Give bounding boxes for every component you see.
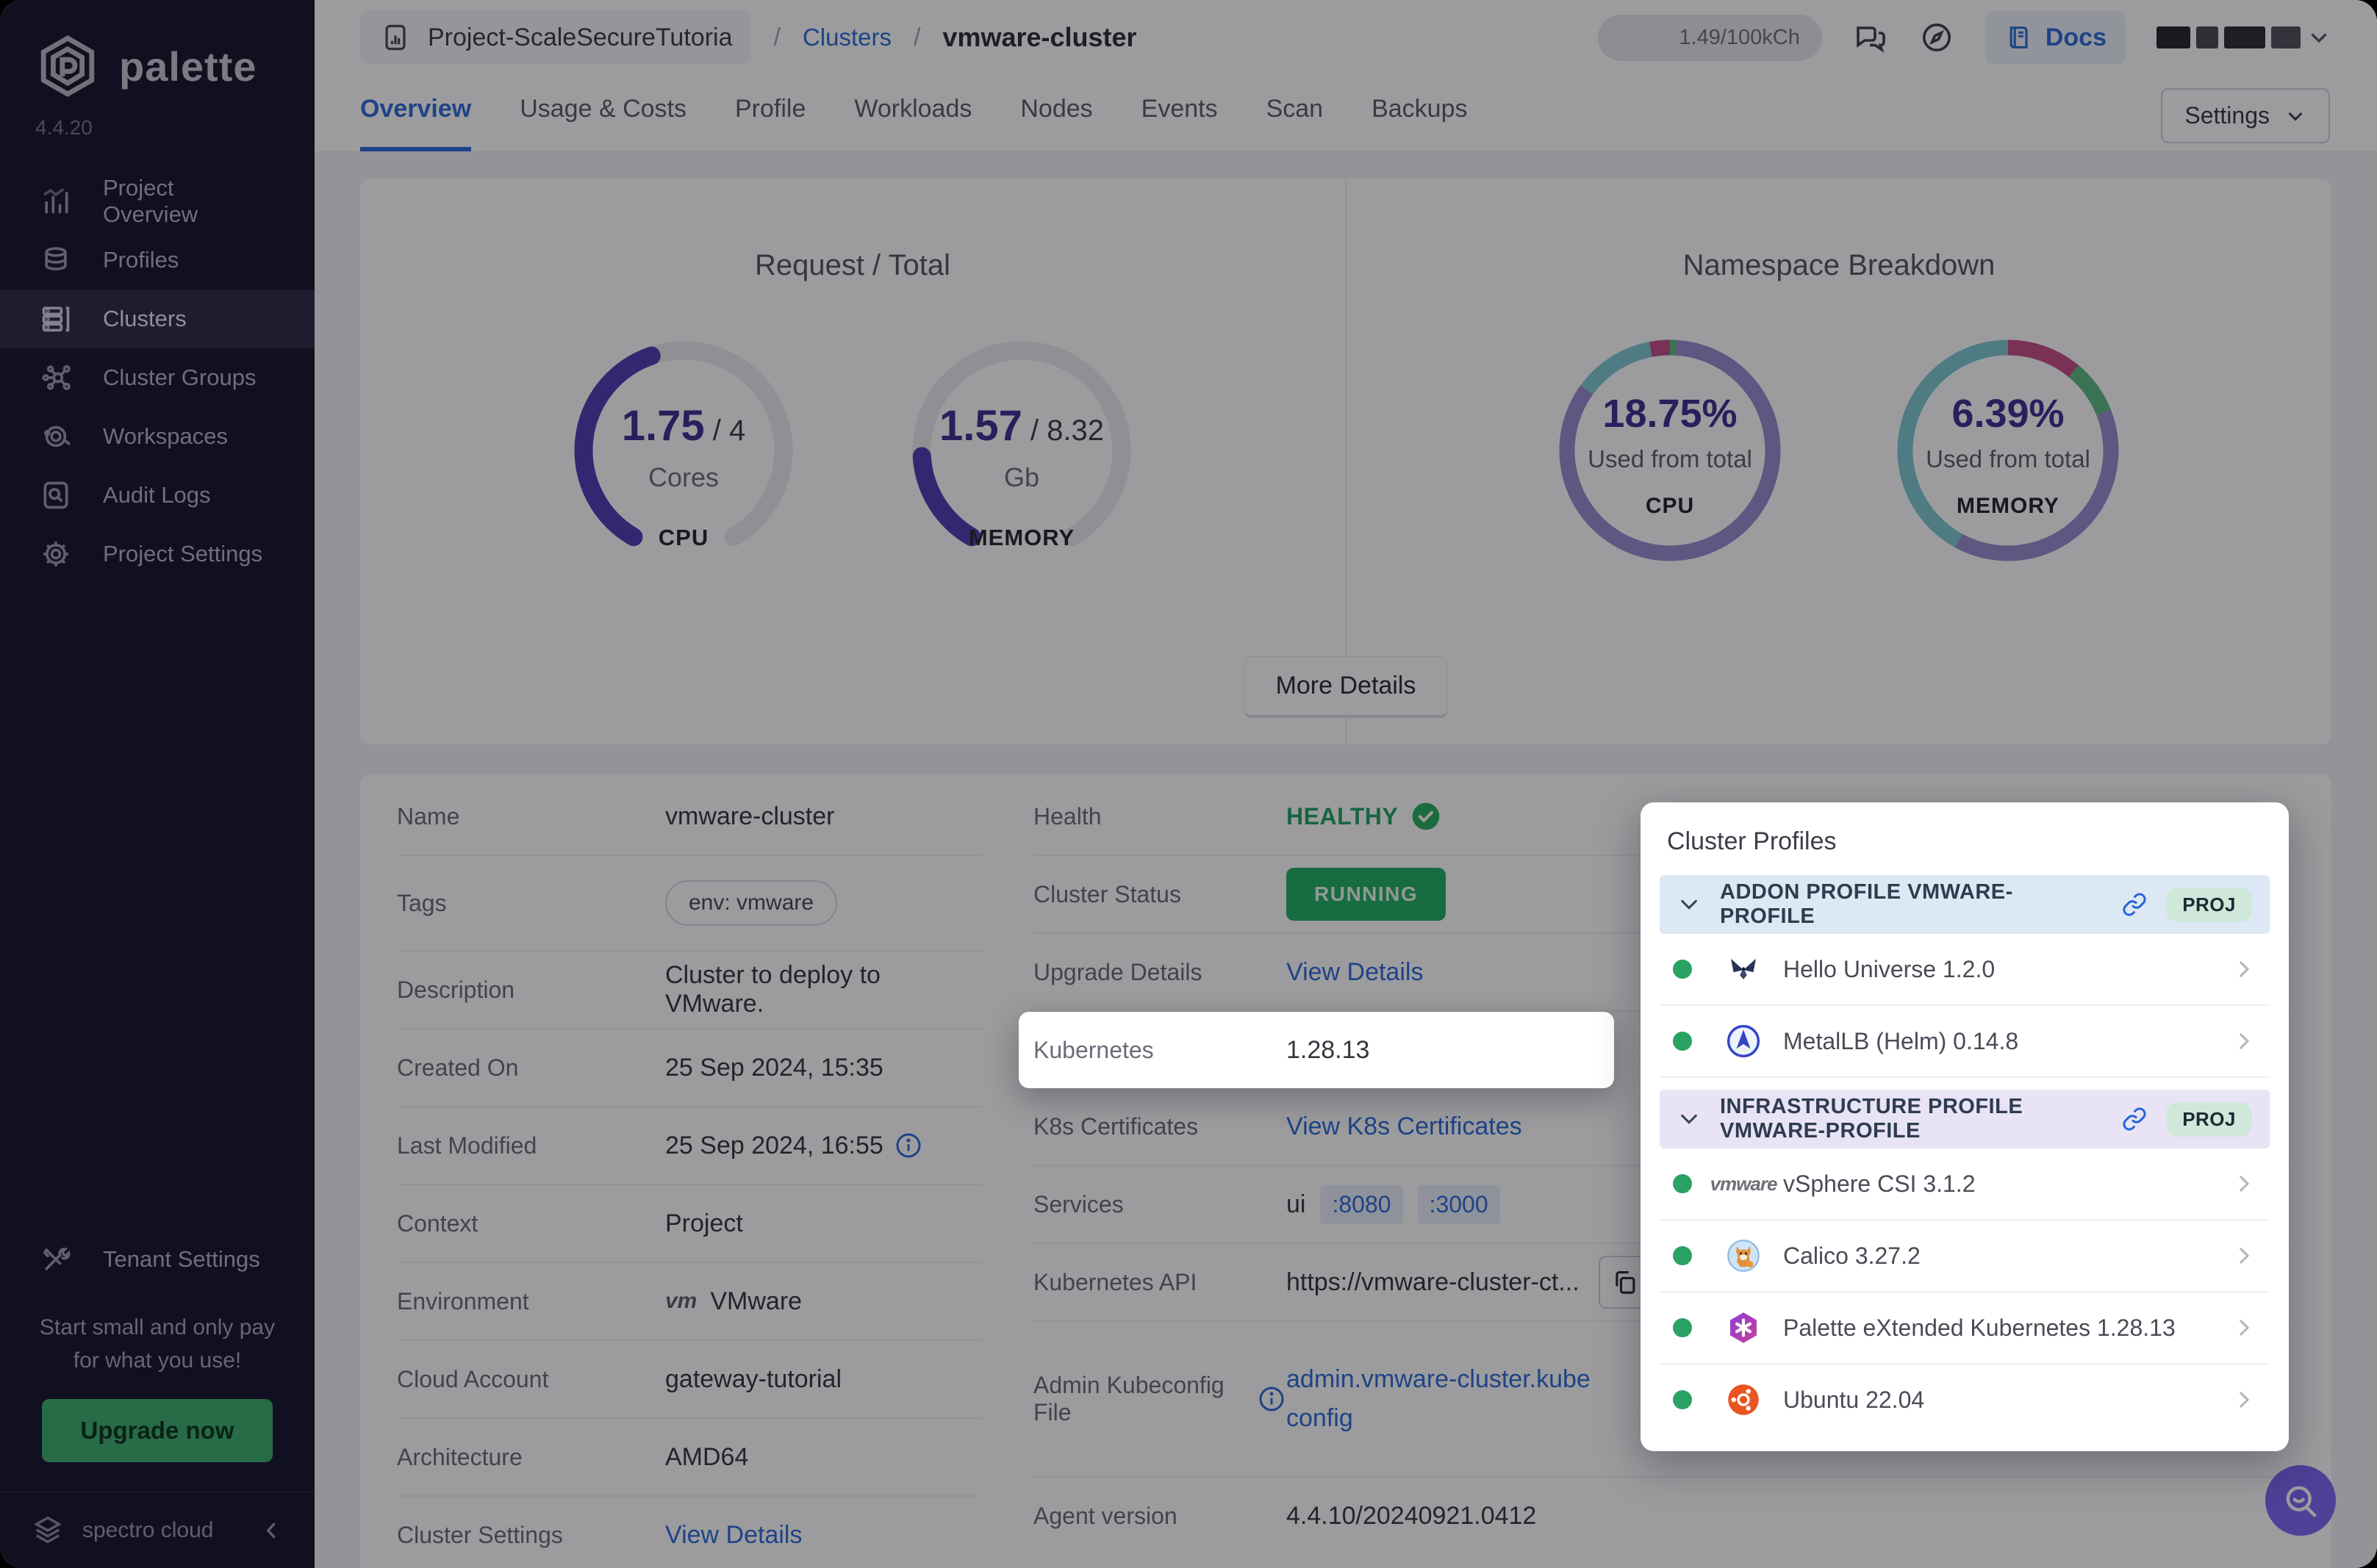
profile-layer-metallb[interactable]: MetalLB (Helm) 0.14.8 (1660, 1006, 2270, 1078)
chevron-right-icon (2231, 1387, 2256, 1412)
chevron-right-icon (2231, 957, 2256, 982)
profile-layer-vsphere-csi[interactable]: vmware vSphere CSI 3.1.2 (1660, 1148, 2270, 1220)
status-dot-green (1673, 1390, 1692, 1409)
ubuntu-logo-icon (1721, 1381, 1765, 1419)
profile-layer-calico[interactable]: Calico 3.27.2 (1660, 1220, 2270, 1292)
proj-scope-badge: PROJ (2166, 887, 2252, 922)
hello-universe-logo-icon (1721, 950, 1765, 988)
vmware-logo: vmware (1710, 1172, 1778, 1195)
chevron-right-icon (2231, 1029, 2256, 1054)
profile-layer-palette-extended-kubernetes[interactable]: Palette eXtended Kubernetes 1.28.13 (1660, 1292, 2270, 1364)
kubernetes-version: 1.28.13 (1286, 1035, 1370, 1064)
chevron-right-icon (2231, 1171, 2256, 1196)
row-kubernetes-spotlight: Kubernetes 1.28.13 (1019, 1012, 1614, 1088)
infrastructure-profile-header[interactable]: INFRASTRUCTURE PROFILE VMWARE-PROFILE PR… (1660, 1090, 2270, 1148)
pxk-logo-icon (1721, 1309, 1765, 1347)
proj-scope-badge: PROJ (2166, 1101, 2252, 1137)
calico-logo-icon (1721, 1237, 1765, 1275)
link-icon (2122, 1107, 2147, 1132)
addon-profile-header[interactable]: ADDON PROFILE VMWARE-PROFILE PROJ (1660, 875, 2270, 934)
profile-layer-hello-universe[interactable]: Hello Universe 1.2.0 (1660, 934, 2270, 1006)
status-dot-green (1673, 960, 1692, 979)
status-dot-green (1673, 1174, 1692, 1193)
status-dot-green (1673, 1246, 1692, 1265)
status-dot-green (1673, 1318, 1692, 1337)
cluster-profiles-title: Cluster Profiles (1667, 827, 1837, 855)
status-dot-green (1673, 1032, 1692, 1051)
chevron-right-icon (2231, 1315, 2256, 1340)
metallb-logo-icon (1721, 1022, 1765, 1060)
chevron-right-icon (2231, 1243, 2256, 1268)
profile-layer-ubuntu[interactable]: Ubuntu 22.04 (1660, 1364, 2270, 1435)
chevron-down-icon (1677, 1107, 1701, 1131)
cluster-profiles-panel: Cluster Profiles ADDON PROFILE VMWARE-PR… (1641, 802, 2289, 1451)
chevron-down-icon (1677, 893, 1701, 916)
link-icon (2122, 892, 2147, 917)
app-window: palette 4.4.20 Project Overview Profiles… (0, 0, 2377, 1568)
